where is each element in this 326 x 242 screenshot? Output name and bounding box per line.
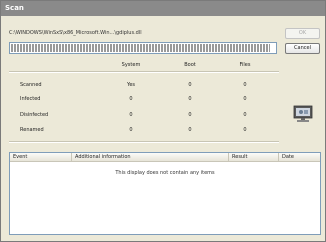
row-value-system: 0 xyxy=(129,96,133,102)
window-title: Scan xyxy=(5,4,24,12)
events-list[interactable]: Event Additional information Result Date… xyxy=(9,152,321,235)
progress-fill xyxy=(11,44,270,52)
cancel-button[interactable]: Cancel xyxy=(285,43,320,54)
row-label: Scanned xyxy=(20,82,42,88)
row-value-files: 0 xyxy=(243,82,247,88)
row-value-boot: 0 xyxy=(188,96,192,102)
row-value-boot: 0 xyxy=(188,127,192,133)
column-header-result[interactable]: Result xyxy=(229,153,279,162)
row-value-boot: 0 xyxy=(188,82,192,88)
column-header-date[interactable]: Date xyxy=(279,153,320,162)
row-value-system: 0 xyxy=(129,112,133,118)
column-header-event[interactable]: Event xyxy=(10,153,72,162)
computer-monitor-icon xyxy=(291,105,315,127)
row-label: Disinfected xyxy=(20,112,49,118)
row-label: Infected xyxy=(20,96,41,102)
stats-bottom-divider-highlight xyxy=(9,142,279,143)
row-value-system: Yes xyxy=(126,82,136,88)
column-header-system: System xyxy=(121,62,141,68)
scan-path: C:\WINDOWS\WinSxS\x86_Microsoft.Win...\g… xyxy=(9,30,142,36)
column-header-boot: Boot xyxy=(184,62,196,68)
header-divider-highlight xyxy=(9,72,279,73)
ok-button[interactable]: OK xyxy=(285,28,320,39)
row-value-system: 0 xyxy=(129,127,133,133)
title-bar[interactable]: Scan xyxy=(1,1,325,16)
column-header-files: Files xyxy=(239,62,251,68)
row-label: Renamed xyxy=(20,127,44,133)
scan-progress-bar xyxy=(9,42,277,54)
row-value-boot: 0 xyxy=(188,112,192,118)
scan-dialog: Scan C:\WINDOWS\WinSxS\x86_Microsoft.Win… xyxy=(0,0,326,242)
column-header-additional-information[interactable]: Additional information xyxy=(72,153,229,162)
row-value-files: 0 xyxy=(243,96,247,102)
row-value-files: 0 xyxy=(243,127,247,133)
events-list-header: Event Additional information Result Date xyxy=(10,153,320,162)
empty-list-message: This display does not contain any items xyxy=(115,170,215,176)
row-value-files: 0 xyxy=(243,112,247,118)
